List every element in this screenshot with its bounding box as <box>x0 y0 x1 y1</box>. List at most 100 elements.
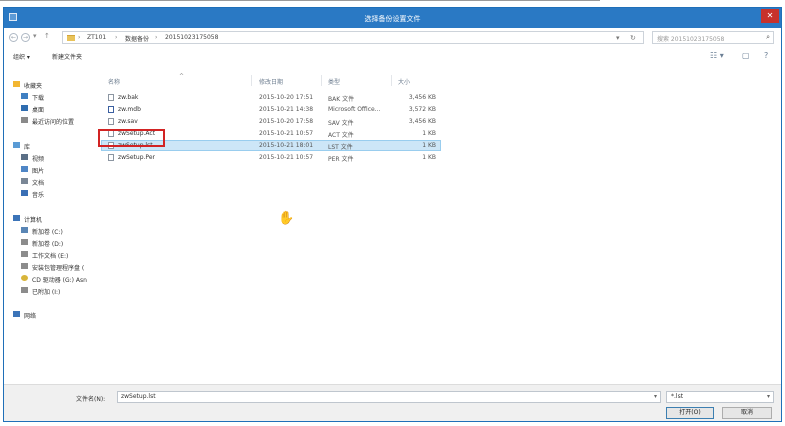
file-row[interactable]: zw.bak 2015-10-20 17:51 BAK 文件 3,456 KB <box>101 92 441 103</box>
file-size: 1 KB <box>422 154 436 161</box>
sidebar-item-drive-i[interactable]: 已附加 (I:) <box>4 285 99 296</box>
sidebar-item-label: 音乐 <box>32 192 45 199</box>
filename-input[interactable]: zwSetup.lst ▾ <box>117 391 661 403</box>
computer-icon <box>13 215 20 221</box>
file-row[interactable]: zw.mdb 2015-10-21 14:38 Microsoft Office… <box>101 104 441 115</box>
file-type-value: *.lst <box>671 393 684 400</box>
sidebar-item-pictures[interactable]: 图片 <box>4 164 99 175</box>
chevron-down-icon[interactable]: ▾ <box>654 393 657 400</box>
address-bar[interactable]: › ZT101 › 数据备份 › 20151023175058 ▾ ↻ <box>62 31 644 44</box>
back-button[interactable]: ← <box>9 33 18 42</box>
file-date: 2015-10-21 10:57 <box>259 130 314 137</box>
sidebar-item-label: 最近访问的位置 <box>32 119 75 126</box>
sidebar-item-label: 文档 <box>32 180 45 187</box>
download-icon <box>21 93 28 99</box>
toolbar: 组织 ▾ 新建文件夹 ☷ ▾ ▢ ? <box>4 49 781 64</box>
breadcrumb-backup[interactable]: 数据备份 <box>125 34 149 43</box>
sidebar-item-recent-places[interactable]: 最近访问的位置 <box>4 115 99 126</box>
sidebar-item-libraries[interactable]: 库 <box>4 140 99 151</box>
column-divider[interactable] <box>391 75 392 86</box>
sidebar-item-drive-c[interactable]: 新加卷 (C:) <box>4 225 99 236</box>
sidebar-item-label: 收藏夹 <box>24 83 43 90</box>
file-name: zw.sav <box>118 118 138 125</box>
view-options-icon[interactable]: ☷ ▾ <box>710 51 724 60</box>
file-size: 3,456 KB <box>408 94 436 101</box>
file-size: 1 KB <box>422 142 436 149</box>
open-file-dialog: 选择备份设置文件 ✕ ← → ▾ ↑ › ZT101 › 数据备份 › 2015… <box>3 7 782 422</box>
open-button[interactable]: 打开(O) <box>666 407 714 419</box>
cd-drive-icon <box>21 275 28 281</box>
drive-icon <box>21 287 28 293</box>
sidebar-item-drive-f[interactable]: 安装包管理程序盘 ( <box>4 261 99 272</box>
refresh-icon[interactable]: ↻ <box>630 34 636 42</box>
file-date: 2015-10-21 18:01 <box>259 142 314 149</box>
desktop-icon <box>21 105 28 111</box>
file-type: BAK 文件 <box>328 96 355 103</box>
sidebar-item-cd-drive[interactable]: CD 驱动器 (G:) Asn <box>4 273 99 284</box>
column-divider[interactable] <box>321 75 322 86</box>
chevron-down-icon[interactable]: ▾ <box>767 393 770 400</box>
network-icon <box>13 311 20 317</box>
sidebar-item-label: 视频 <box>32 156 45 163</box>
forward-button[interactable]: → <box>21 33 30 42</box>
file-type: Microsoft Office... <box>328 106 381 113</box>
sidebar-item-desktop[interactable]: 桌面 <box>4 103 99 114</box>
pictures-icon <box>21 166 28 172</box>
file-type: LST 文件 <box>328 144 353 151</box>
sidebar-item-drive-e[interactable]: 工作文档 (E:) <box>4 249 99 260</box>
cancel-button[interactable]: 取消 <box>722 407 772 419</box>
file-type: PER 文件 <box>328 156 354 163</box>
sidebar-item-downloads[interactable]: 下载 <box>4 91 99 102</box>
column-header-type[interactable]: 类型 <box>328 77 340 86</box>
sidebar-item-label: 已附加 (I:) <box>32 289 61 296</box>
video-icon <box>21 154 28 160</box>
sidebar-item-music[interactable]: 音乐 <box>4 188 99 199</box>
page-top-rule <box>0 0 600 1</box>
filename-label: 文件名(N): <box>76 396 106 403</box>
folder-icon <box>67 35 75 41</box>
file-size: 3,572 KB <box>408 106 436 113</box>
sidebar-item-documents[interactable]: 文档 <box>4 176 99 187</box>
navigation-pane: 收藏夹 下载 桌面 最近访问的位置 库 视频 图片 文档 音乐 计算机 新加卷 … <box>4 66 99 386</box>
search-box[interactable]: 搜索 20151023175058 ⌕ <box>652 31 774 44</box>
breadcrumb-folder[interactable]: 20151023175058 <box>165 34 218 41</box>
search-icon[interactable]: ⌕ <box>766 33 770 42</box>
address-history-dropdown[interactable]: ▾ <box>616 34 620 42</box>
file-row[interactable]: zwSetup.Per 2015-10-21 10:57 PER 文件 1 KB <box>101 152 441 163</box>
drive-c-icon <box>21 227 28 233</box>
file-icon <box>108 94 114 101</box>
sidebar-item-drive-d[interactable]: 新加卷 (D:) <box>4 237 99 248</box>
sidebar-item-label: 图片 <box>32 168 45 175</box>
address-row: ← → ▾ ↑ › ZT101 › 数据备份 › 20151023175058 … <box>4 30 781 46</box>
new-folder-button[interactable]: 新建文件夹 <box>52 52 82 61</box>
file-type-select[interactable]: *.lst ▾ <box>666 391 774 403</box>
organize-menu[interactable]: 组织 ▾ <box>13 52 30 61</box>
breadcrumb-zt101[interactable]: ZT101 <box>87 34 106 41</box>
filename-value: zwSetup.lst <box>121 393 156 400</box>
documents-icon <box>21 178 28 184</box>
title-bar[interactable]: 选择备份设置文件 ✕ <box>4 8 781 28</box>
column-header-size[interactable]: 大小 <box>398 77 410 86</box>
sidebar-item-label: 新加卷 (D:) <box>32 241 64 248</box>
sidebar-item-favorites[interactable]: 收藏夹 <box>4 79 99 90</box>
recent-locations-dropdown[interactable]: ▾ <box>33 32 37 40</box>
file-row[interactable]: zw.sav 2015-10-20 17:58 SAV 文件 3,456 KB <box>101 116 441 127</box>
preview-pane-icon[interactable]: ▢ <box>742 51 750 60</box>
file-date: 2015-10-20 17:51 <box>259 94 314 101</box>
sidebar-item-label: 网络 <box>24 313 37 320</box>
file-name: zwSetup.Per <box>118 154 155 161</box>
sidebar-item-label: 库 <box>24 144 31 151</box>
help-icon[interactable]: ? <box>764 51 768 60</box>
column-header-name[interactable]: 名称 <box>108 77 120 86</box>
file-date: 2015-10-20 17:58 <box>259 118 314 125</box>
breadcrumb-separator: › <box>78 34 81 41</box>
close-button[interactable]: ✕ <box>761 9 779 23</box>
sidebar-item-computer[interactable]: 计算机 <box>4 213 99 224</box>
sidebar-item-network[interactable]: 网络 <box>4 309 99 320</box>
up-button[interactable]: ↑ <box>44 32 50 40</box>
sidebar-item-videos[interactable]: 视频 <box>4 152 99 163</box>
dialog-title: 选择备份设置文件 <box>364 15 421 23</box>
sidebar-item-label: 安装包管理程序盘 ( <box>32 265 85 272</box>
column-header-date[interactable]: 修改日期 <box>259 77 283 86</box>
column-divider[interactable] <box>251 75 252 86</box>
